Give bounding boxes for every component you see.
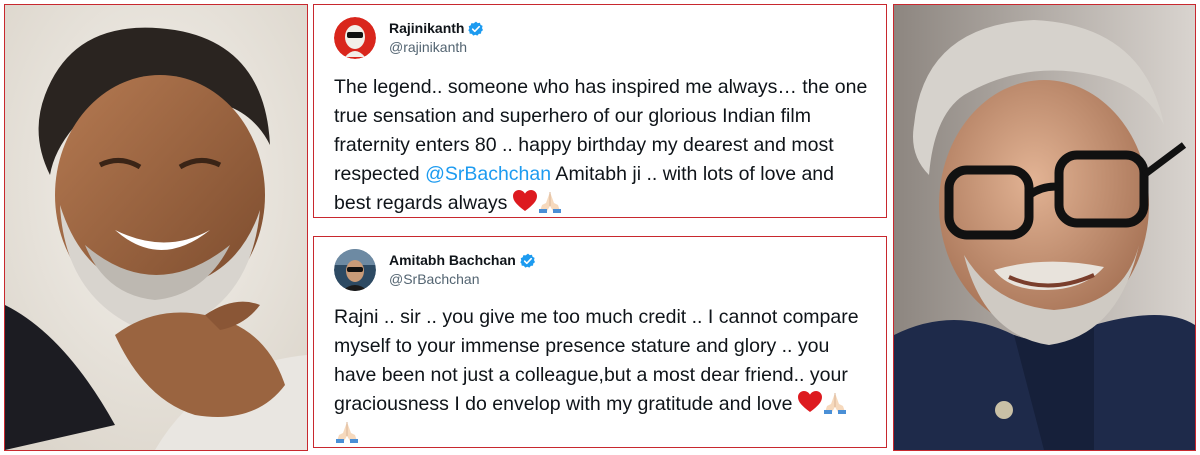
user-handle[interactable]: @SrBachchan [389,270,536,289]
tweet-text: Rajni .. sir .. you give me too much cre… [334,303,868,448]
mention-link[interactable]: @SrBachchan [425,163,551,185]
red-heart-icon [512,190,537,212]
tweet-card-rajinikanth[interactable]: Rajinikanth @rajinikanth The legend.. so… [313,4,887,218]
avatar[interactable] [334,17,376,59]
tweet-text: The legend.. someone who has inspired me… [334,73,868,218]
tweet-card-srbachchan[interactable]: Amitabh Bachchan @SrBachchan Rajni .. si… [313,236,887,448]
avatar-rajinikanth-icon [334,17,376,59]
folded-hands-icon [334,419,360,443]
folded-hands-icon [822,390,848,414]
verified-badge-icon [468,21,484,37]
tweet-header: Amitabh Bachchan @SrBachchan [334,247,868,293]
right-portrait-photo [893,4,1196,451]
tweet-text-part: Rajni .. sir .. you give me too much cre… [334,306,859,415]
display-name[interactable]: Amitabh Bachchan [389,251,516,270]
red-heart-icon [797,391,822,413]
avatar-srbachchan-icon [334,249,376,291]
user-handle[interactable]: @rajinikanth [389,38,484,57]
portrait-photo-icon [894,5,1195,450]
verified-badge-icon [520,253,536,269]
tweet-header: Rajinikanth @rajinikanth [334,15,868,61]
portrait-photo-icon [5,5,307,450]
folded-hands-icon [537,189,563,213]
avatar[interactable] [334,249,376,291]
display-name[interactable]: Rajinikanth [389,19,464,38]
left-portrait-photo [4,4,308,451]
